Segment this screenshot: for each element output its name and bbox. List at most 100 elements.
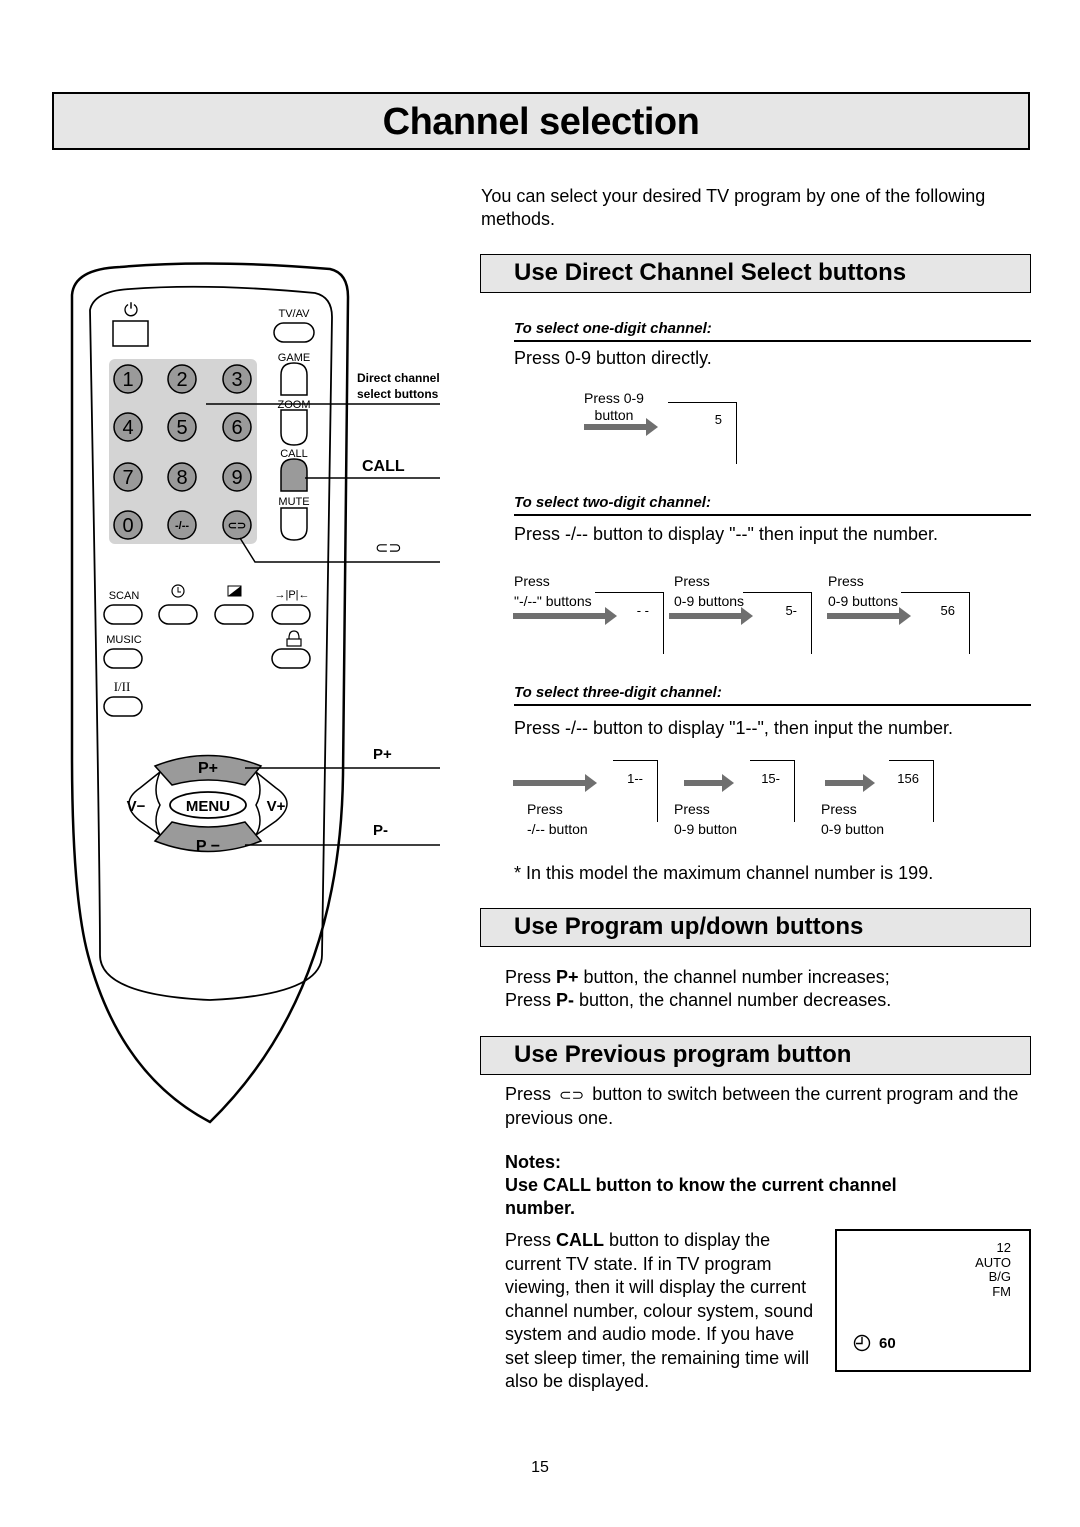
mute-label: MUTE	[278, 496, 309, 508]
digit-button-label: 4	[122, 417, 133, 439]
step-label-line1: Press	[674, 573, 710, 589]
step-label-line2: "-/--" buttons	[514, 593, 592, 609]
digit-button-label: 7	[122, 467, 133, 489]
intro-text: You can select your desired TV program b…	[481, 186, 986, 229]
p-minus-label: P −	[196, 838, 220, 855]
step-label-line2: 0-9 buttons	[828, 593, 899, 609]
step-display-value: 156	[897, 771, 919, 786]
step-display-value: 15-	[761, 771, 780, 786]
step-arrow	[513, 774, 597, 792]
call-callout-label: CALL	[362, 458, 405, 475]
music-label: MUSIC	[106, 634, 142, 646]
page-title-box: Channel selection	[52, 92, 1030, 150]
pip-icon: →|P|←	[274, 589, 309, 601]
page-title: Channel selection	[382, 101, 700, 143]
osd-sound-system: B/G	[988, 1269, 1011, 1284]
step-label-line1: Press	[674, 801, 710, 817]
one-digit-subheading: To select one-digit channel:	[514, 320, 1031, 342]
zoom-label: ZOOM	[278, 399, 311, 411]
max-channel-note: * In this model the maximum channel numb…	[514, 863, 934, 883]
v-minus-label: V−	[127, 798, 146, 815]
three-digit-text: Press -/-- button to display "1--", then…	[514, 718, 953, 738]
direct-section-heading: Use Direct Channel Select buttons	[480, 254, 1031, 293]
power-button	[112, 320, 149, 347]
digit-button-label: 5	[176, 417, 187, 439]
step-arrow	[684, 774, 734, 792]
picture-mode-button	[214, 604, 254, 625]
step-display: 56	[901, 592, 970, 654]
step-label-line2: 0-9 buttons	[674, 593, 745, 609]
power-icon: ⏻	[124, 300, 138, 320]
program-section-heading: Use Program up/down buttons	[480, 908, 1031, 947]
digit-button-label: ⊂⊃	[228, 520, 246, 532]
one-digit-text: Press 0-9 button directly.	[514, 348, 712, 368]
digit-button-label: 0	[122, 515, 133, 537]
p-minus-callout-label: P-	[373, 822, 388, 839]
step-label-line1: Press	[828, 573, 864, 589]
step-display: 15-	[750, 760, 795, 822]
digit-button-label: 6	[231, 417, 242, 439]
digit-button-label: -/--	[175, 520, 189, 532]
two-digit-subheading: To select two-digit channel:	[514, 494, 1031, 516]
mute-button	[280, 507, 308, 541]
step-arrow	[513, 607, 617, 625]
dual-label: I/II	[114, 679, 131, 694]
previous-text: Press ⊂⊃ button to switch between the cu…	[505, 1084, 1019, 1128]
digit-button-label: 8	[176, 467, 187, 489]
previous-callout-line	[239, 537, 440, 563]
scan-label: SCAN	[109, 590, 140, 602]
call-description: Press CALL button to display the current…	[505, 1230, 814, 1391]
step-label-line1: Press	[527, 801, 563, 817]
three-digit-subheading: To select three-digit channel:	[514, 684, 1031, 706]
music-button	[103, 648, 143, 669]
previous-program-icon: ⊂⊃	[559, 1087, 585, 1104]
step-display: 5-	[743, 592, 812, 654]
step-display-value: 1--	[627, 771, 643, 786]
page-number: 15	[531, 1459, 549, 1476]
pip-button	[271, 604, 311, 625]
osd-channel: 12	[996, 1240, 1011, 1255]
sleep-timer-icon	[853, 1334, 871, 1352]
zoom-button	[280, 409, 308, 446]
step-display: - -	[595, 592, 664, 654]
step-label-line2: 0-9 button	[674, 821, 738, 837]
v-plus-label: V+	[267, 798, 286, 815]
program-text-line1: Press P+ button, the channel number incr…	[505, 967, 890, 987]
one-digit-display: 5	[668, 402, 737, 464]
step-arrow	[827, 607, 911, 625]
call-osd-screen: 12 AUTO B/G FM 60	[835, 1229, 1031, 1372]
step-display: 1--	[613, 760, 658, 822]
osd-sleep-timer-value: 60	[879, 1334, 896, 1352]
step-label-line1: Press	[514, 573, 550, 589]
step-label-line1: Press	[821, 801, 857, 817]
one-digit-display-value: 5	[714, 412, 722, 427]
step-arrow	[669, 607, 753, 625]
digit-button-label: 2	[176, 369, 187, 391]
two-digit-text: Press -/-- button to display "--" then i…	[514, 524, 938, 544]
p-plus-callout-label: P+	[373, 746, 392, 763]
game-button	[280, 362, 308, 396]
step-label-line2: -/-- button	[527, 821, 588, 837]
step-display-value: 5-	[785, 603, 797, 618]
menu-label: MENU	[186, 798, 230, 815]
notes-label: Notes:	[505, 1152, 562, 1172]
previous-callout-label: ⊂⊃	[375, 540, 402, 557]
call-button	[280, 458, 308, 492]
scan-button	[103, 604, 143, 625]
osd-sleep-timer: 60	[853, 1334, 896, 1352]
osd-colour-system: AUTO	[975, 1254, 1011, 1270]
dual-sound-button	[103, 696, 143, 717]
sleep-timer-button	[158, 604, 198, 625]
osd-audio-mode: FM	[992, 1283, 1011, 1299]
step-display-value: - -	[636, 603, 649, 618]
lock-button	[271, 648, 311, 669]
one-digit-arrow	[584, 418, 658, 436]
step-display: 156	[889, 760, 934, 822]
digit-button-label: 3	[231, 369, 242, 391]
digit-button-label: 9	[231, 467, 242, 489]
one-digit-step-label: Press 0-9 button	[584, 390, 644, 423]
p-plus-label: P+	[198, 760, 218, 777]
step-label-line2: 0-9 button	[821, 821, 885, 837]
previous-section-heading: Use Previous program button	[480, 1036, 1031, 1075]
direct-callout-label: Direct channel select buttons	[357, 371, 440, 401]
